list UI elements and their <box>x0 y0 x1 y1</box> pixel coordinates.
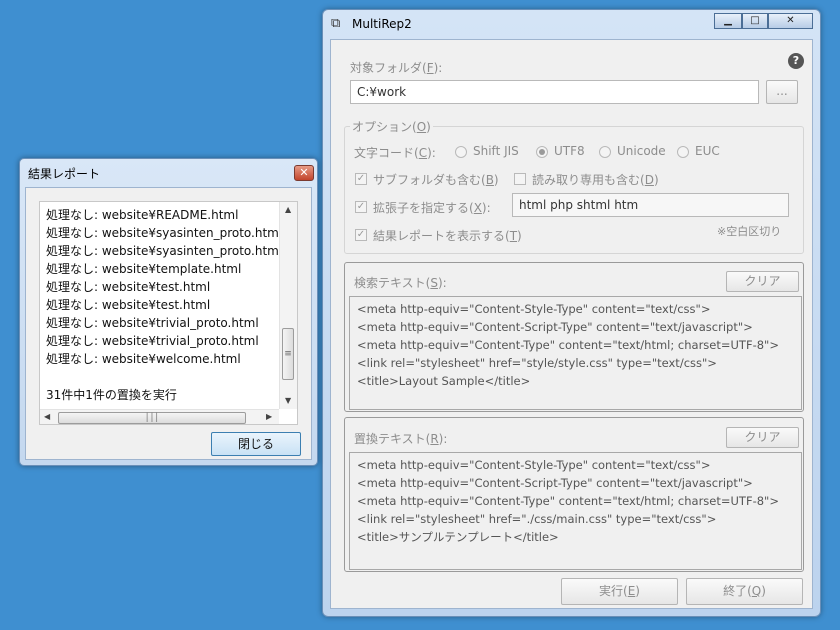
main-window: ⧉ MultiRep2 ▁ □ ✕ 対象フォルダ(F): ? C:¥work .… <box>322 9 821 617</box>
vertical-scroll-thumb[interactable]: ≡ <box>282 328 294 380</box>
scroll-down-arrow-icon[interactable]: ▼ <box>285 396 291 405</box>
report-line: 処理なし: website¥trivial_proto.html <box>46 316 259 330</box>
show-report-label: 結果レポートを表示する(T) <box>373 229 522 243</box>
app-icon: ⧉ <box>331 16 341 31</box>
report-vertical-scrollbar[interactable]: ▲ ≡ ▼ <box>279 202 297 409</box>
radio-utf8-label: UTF8 <box>554 144 585 158</box>
report-client: 処理なし: website¥README.html 処理なし: website¥… <box>25 187 312 460</box>
radio-shift-jis-label: Shift JIS <box>473 144 519 158</box>
options-group-label: オプション(O) <box>350 118 433 135</box>
search-clear-button[interactable]: クリア <box>726 271 799 292</box>
report-line: 処理なし: website¥syasinten_proto.htm <box>46 226 279 240</box>
browse-folder-button[interactable]: ... <box>766 80 798 104</box>
report-line: 処理なし: website¥README.html <box>46 208 239 222</box>
maximize-button[interactable]: □ <box>742 13 768 29</box>
window-title: MultiRep2 <box>352 17 412 31</box>
minimize-button[interactable]: ▁ <box>714 13 742 29</box>
target-folder-input[interactable]: C:¥work <box>350 80 759 104</box>
main-titlebar[interactable]: ⧉ MultiRep2 ▁ □ ✕ <box>323 10 820 38</box>
report-line: 処理なし: website¥test.html <box>46 298 211 312</box>
report-window-title: 結果レポート <box>28 167 101 181</box>
radio-shift-jis[interactable] <box>455 146 467 158</box>
extension-checkbox[interactable]: ✓ <box>355 201 367 213</box>
search-textarea[interactable]: <meta http-equiv="Content-Style-Type" co… <box>349 296 802 410</box>
replace-textarea[interactable]: <meta http-equiv="Content-Style-Type" co… <box>349 452 802 570</box>
extension-input[interactable]: html php shtml htm <box>512 193 789 217</box>
radio-euc-label: EUC <box>695 144 720 158</box>
radio-unicode-label: Unicode <box>617 144 666 158</box>
report-close-icon[interactable]: ✕ <box>294 165 314 181</box>
report-line: 処理なし: website¥welcome.html <box>46 352 241 366</box>
report-line: 処理なし: website¥test.html <box>46 280 211 294</box>
replace-clear-button[interactable]: クリア <box>726 427 799 448</box>
execute-button[interactable]: 実行(E) <box>561 578 678 605</box>
horizontal-scroll-thumb[interactable]: │││ <box>58 412 246 424</box>
subfolder-label: サブフォルダも含む(B) <box>373 173 499 187</box>
scroll-left-arrow-icon[interactable]: ◀ <box>44 412 50 421</box>
quit-button[interactable]: 終了(Q) <box>686 578 803 605</box>
report-line: 処理なし: website¥trivial_proto.html <box>46 334 259 348</box>
space-separated-note: ※空白区切り <box>717 225 782 238</box>
radio-utf8[interactable] <box>536 146 548 158</box>
close-report-button[interactable]: 閉じる <box>211 432 301 456</box>
report-list[interactable]: 処理なし: website¥README.html 処理なし: website¥… <box>39 201 298 425</box>
scroll-right-arrow-icon[interactable]: ▶ <box>266 412 272 421</box>
extension-label: 拡張子を指定する(X): <box>373 201 491 215</box>
search-text-label: 検索テキスト(S): <box>354 276 447 290</box>
scroll-up-arrow-icon[interactable]: ▲ <box>285 205 291 214</box>
subfolder-checkbox[interactable]: ✓ <box>355 173 367 185</box>
main-client: 対象フォルダ(F): ? C:¥work ... オプション(O) 文字コード(… <box>330 39 813 609</box>
report-horizontal-scrollbar[interactable]: ◀ │││ ▶ <box>40 409 279 424</box>
close-window-button[interactable]: ✕ <box>768 13 813 29</box>
charcode-label: 文字コード(C): <box>354 146 436 160</box>
report-line: 処理なし: website¥template.html <box>46 262 242 276</box>
radio-euc[interactable] <box>677 146 689 158</box>
readonly-checkbox[interactable] <box>514 173 526 185</box>
report-summary-line: 31件中1件の置換を実行 <box>46 388 177 402</box>
report-window: 結果レポート ✕ 処理なし: website¥README.html 処理なし:… <box>19 158 318 466</box>
show-report-checkbox[interactable]: ✓ <box>355 229 367 241</box>
radio-unicode[interactable] <box>599 146 611 158</box>
help-icon[interactable]: ? <box>788 53 804 69</box>
readonly-label: 読み取り専用も含む(D) <box>532 173 659 187</box>
replace-text-label: 置換テキスト(R): <box>354 432 448 446</box>
report-line: 処理なし: website¥syasinten_proto.htm <box>46 244 279 258</box>
target-folder-label: 対象フォルダ(F): <box>350 61 443 75</box>
